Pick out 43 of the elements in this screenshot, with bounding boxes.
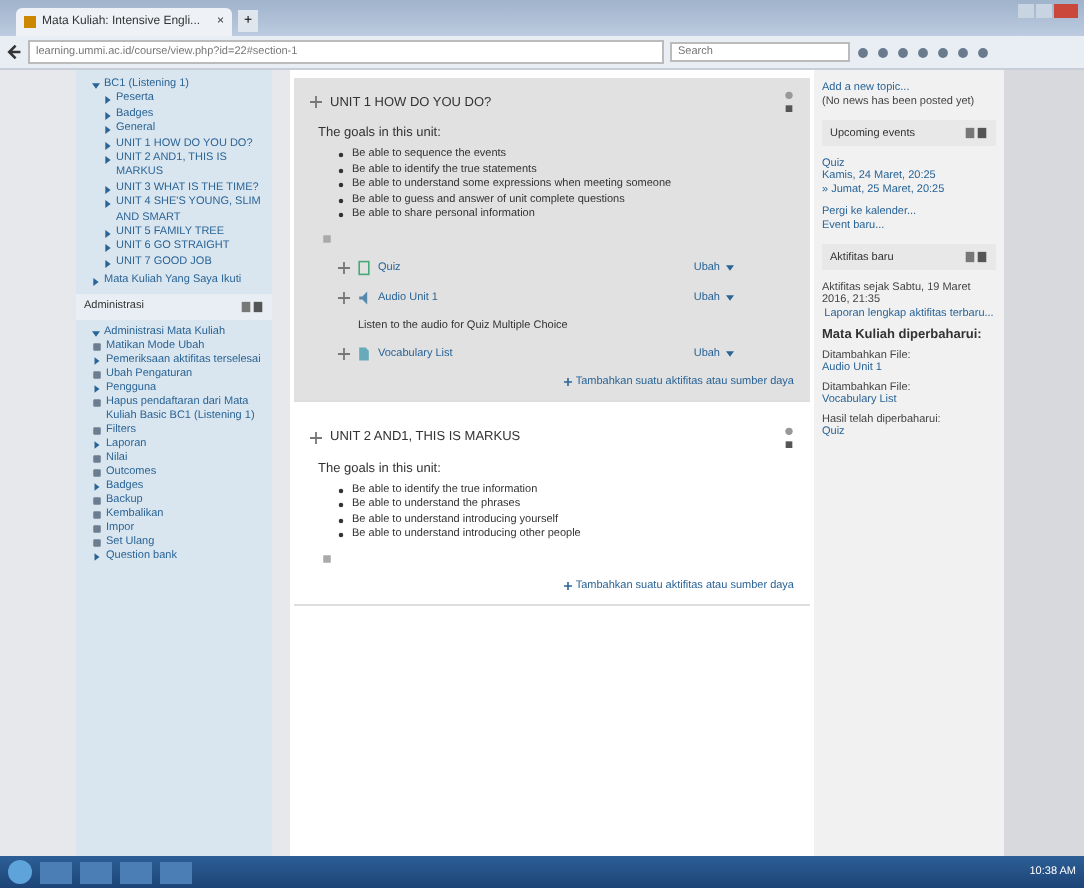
settings-icon	[92, 398, 102, 409]
caret-icon[interactable]	[726, 293, 734, 301]
caret-icon[interactable]	[726, 349, 734, 357]
block-controls-icon[interactable]	[240, 299, 264, 314]
block-controls-icon[interactable]	[964, 126, 988, 140]
checklist-icon	[356, 259, 372, 275]
window-controls[interactable]	[1018, 4, 1078, 18]
collapsed-icon[interactable]	[92, 482, 102, 493]
plus-icon[interactable]	[563, 377, 572, 385]
bullet-icon	[338, 532, 344, 539]
settings-icon	[92, 426, 102, 437]
expanded-icon[interactable]	[92, 329, 100, 338]
collapsed-icon[interactable]	[92, 384, 102, 395]
section-controls-icon[interactable]	[784, 90, 794, 114]
collapsed-icon[interactable]	[92, 356, 102, 367]
bullet-icon	[338, 517, 344, 524]
bullet-icon	[338, 167, 344, 174]
move-icon[interactable]	[310, 96, 322, 108]
bullet-icon	[338, 182, 344, 189]
collapsed-icon[interactable]	[92, 278, 100, 287]
file-icon	[356, 345, 372, 361]
settings-icon	[92, 342, 102, 353]
settings-icon	[92, 370, 102, 381]
expanded-icon[interactable]	[92, 82, 100, 90]
block-controls-icon[interactable]	[964, 250, 988, 264]
move-icon[interactable]	[310, 431, 322, 443]
bullet-icon	[338, 502, 344, 509]
plus-icon[interactable]	[563, 581, 572, 589]
bullet-icon	[338, 152, 344, 159]
speaker-icon	[356, 289, 372, 305]
caret-icon[interactable]	[726, 263, 734, 271]
page-icon	[24, 16, 36, 28]
bullet-icon	[338, 197, 344, 204]
section-controls-icon[interactable]	[784, 425, 794, 449]
move-icon[interactable]	[338, 291, 350, 303]
bullet-icon	[338, 212, 344, 219]
move-icon[interactable]	[338, 261, 350, 273]
bullet-icon	[338, 487, 344, 494]
collapsed-icon[interactable]	[92, 552, 102, 563]
start-button[interactable]	[8, 860, 32, 884]
back-icon[interactable]	[6, 44, 22, 60]
move-icon[interactable]	[338, 347, 350, 359]
collapsed-icon[interactable]	[92, 440, 102, 451]
